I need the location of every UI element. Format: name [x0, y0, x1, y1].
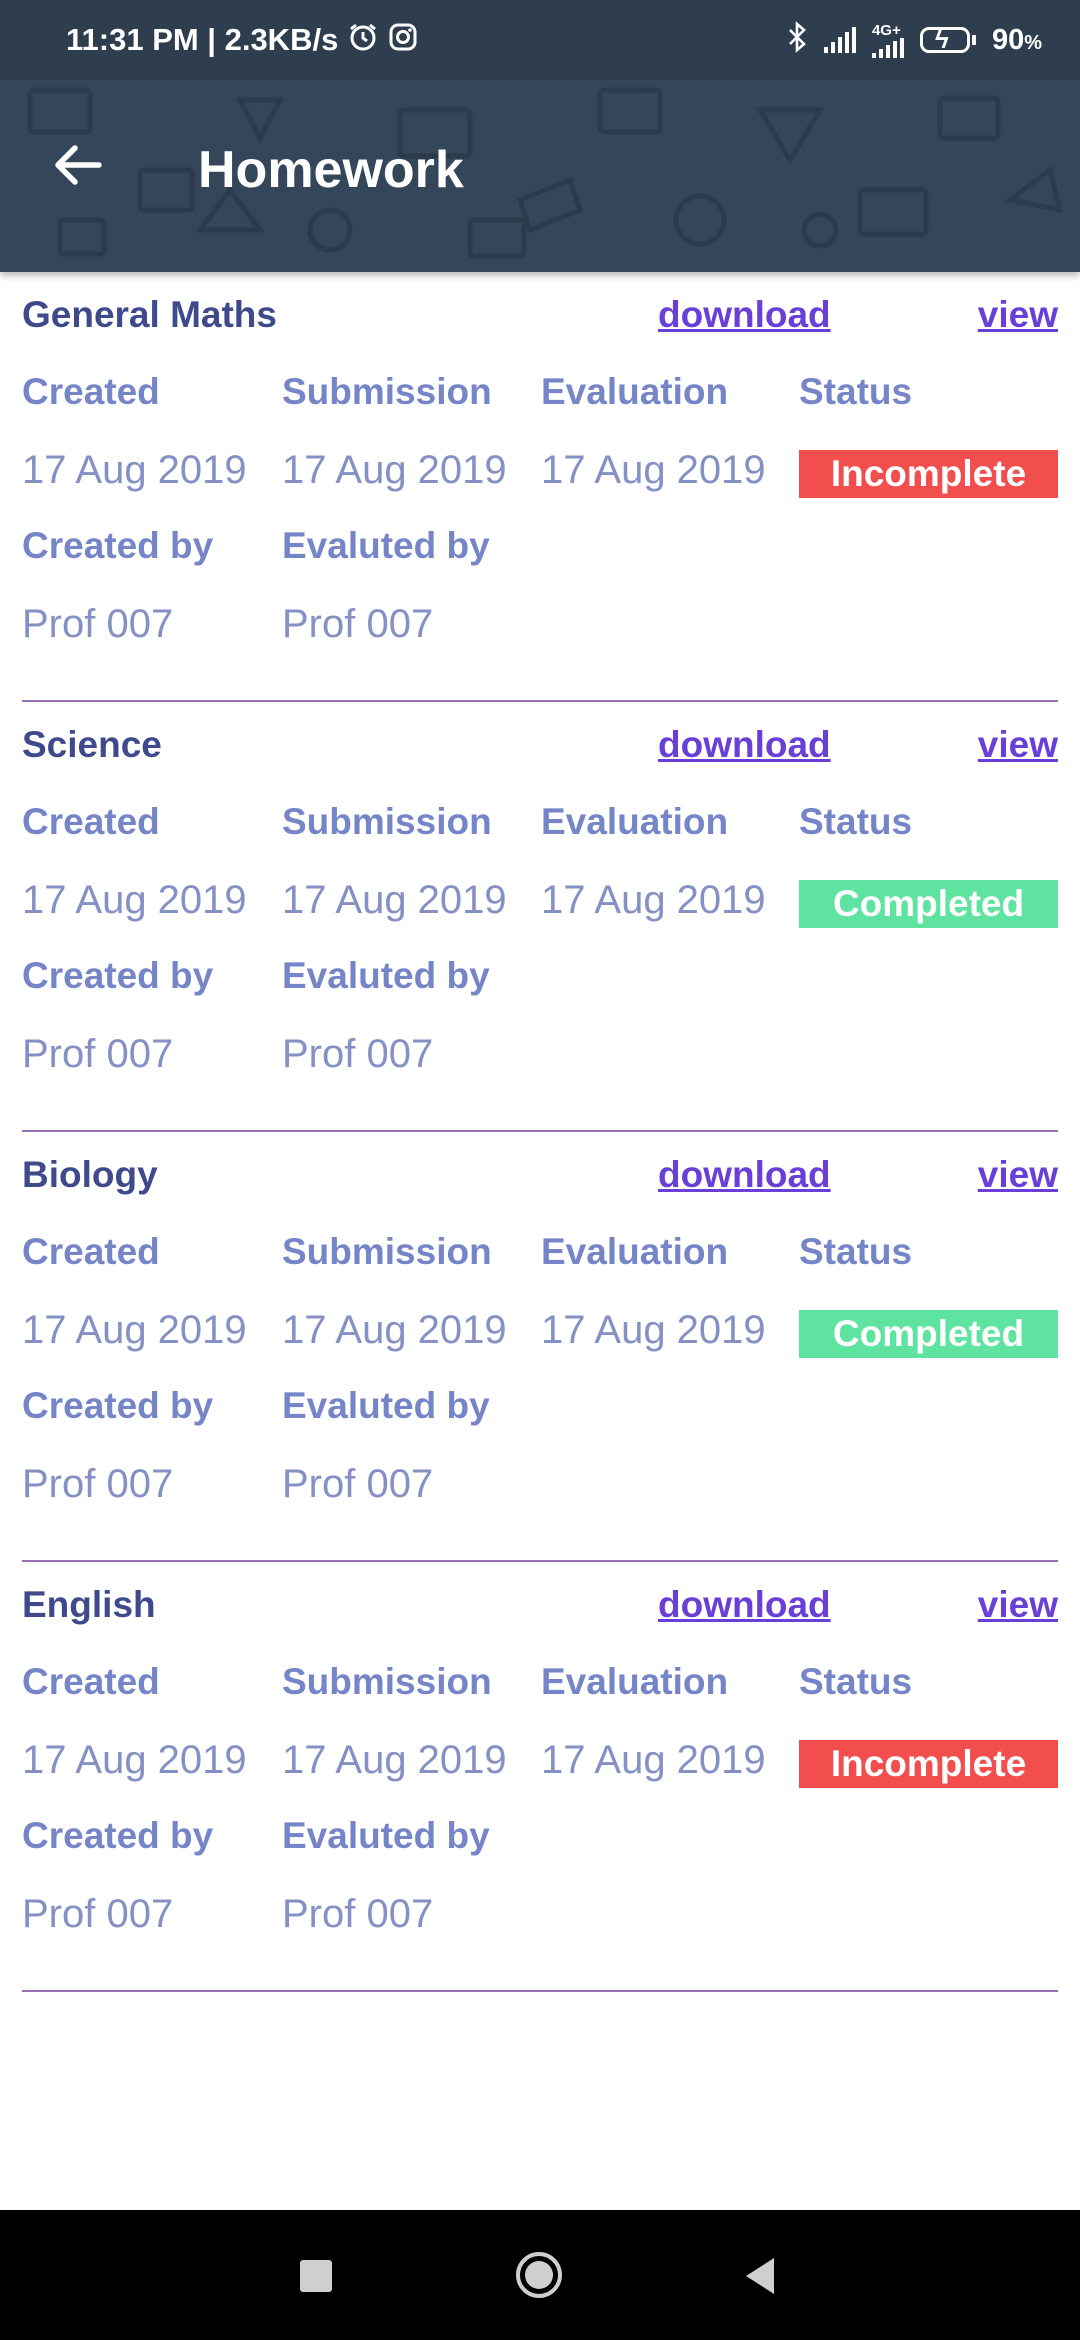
evaluation-label: Evaluation	[541, 371, 729, 412]
evaluation-date: 17 Aug 2019	[541, 878, 766, 922]
home-button[interactable]	[514, 2250, 564, 2300]
submission-label: Submission	[282, 1661, 492, 1702]
evaluation-date: 17 Aug 2019	[541, 448, 766, 492]
status-label: Status	[799, 801, 913, 842]
created-label: Created	[22, 1231, 160, 1272]
download-link[interactable]: download	[658, 1154, 831, 1196]
page-title: Homework	[198, 141, 464, 199]
status-bar: 11:31 PM | 2.3KB/s 4G+ 90%	[0, 0, 1080, 80]
nav-back-button[interactable]	[742, 2256, 778, 2296]
evaluated-by-label: Evaluted by	[282, 955, 490, 996]
view-link[interactable]: view	[978, 294, 1058, 336]
evaluated-by-label: Evaluted by	[282, 1815, 490, 1856]
back-button[interactable]	[46, 138, 110, 202]
view-link[interactable]: view	[978, 1584, 1058, 1626]
submission-date: 17 Aug 2019	[282, 1738, 507, 1782]
status-left: 11:31 PM | 2.3KB/s	[66, 22, 418, 58]
status-badge: Completed	[799, 1310, 1058, 1358]
created-by-label: Created by	[22, 525, 214, 566]
download-link[interactable]: download	[658, 724, 831, 766]
status-time-speed: 11:31 PM | 2.3KB/s	[66, 22, 339, 57]
battery-charging-icon	[919, 24, 976, 55]
created-by-label: Created by	[22, 1385, 214, 1426]
arrow-left-icon	[55, 145, 102, 185]
evaluated-by-value: Prof 007	[282, 602, 434, 646]
evaluated-by-label: Evaluted by	[282, 525, 490, 566]
created-by-label: Created by	[22, 1815, 214, 1856]
created-date: 17 Aug 2019	[22, 1308, 247, 1352]
homework-card[interactable]: General Maths download view Created Submissi…	[22, 272, 1058, 702]
recents-button[interactable]	[300, 2260, 332, 2292]
created-date: 17 Aug 2019	[22, 878, 247, 922]
evaluated-by-value: Prof 007	[282, 1892, 434, 1936]
created-by-label: Created by	[22, 955, 214, 996]
system-nav-bar	[0, 2210, 1080, 2340]
download-link[interactable]: download	[658, 294, 831, 336]
signal-icon	[823, 27, 856, 53]
evaluated-by-value: Prof 007	[282, 1032, 434, 1076]
alarm-icon	[348, 22, 378, 58]
evaluation-date: 17 Aug 2019	[541, 1308, 766, 1352]
submission-label: Submission	[282, 1231, 492, 1272]
created-label: Created	[22, 1661, 160, 1702]
status-badge: Completed	[799, 880, 1058, 928]
created-by-value: Prof 007	[22, 1892, 174, 1936]
created-label: Created	[22, 371, 160, 412]
instagram-icon	[388, 22, 418, 58]
bluetooth-icon	[786, 21, 808, 59]
created-date: 17 Aug 2019	[22, 1738, 247, 1782]
evaluation-label: Evaluation	[541, 801, 729, 842]
homework-card[interactable]: Biology download view Created Submission Eval…	[22, 1132, 1058, 1562]
submission-date: 17 Aug 2019	[282, 1308, 507, 1352]
submission-label: Submission	[282, 801, 492, 842]
evaluation-date: 17 Aug 2019	[541, 1738, 766, 1782]
status-badge: Incomplete	[799, 450, 1058, 498]
battery-percent: 90%	[991, 23, 1042, 56]
created-by-value: Prof 007	[22, 1462, 174, 1506]
homework-card[interactable]: Science download view Created Submission Eval…	[22, 702, 1058, 1132]
created-by-value: Prof 007	[22, 1032, 174, 1076]
download-link[interactable]: download	[658, 1584, 831, 1626]
subject-title: Biology	[22, 1154, 158, 1195]
status-right: 4G+ 90%	[786, 21, 1042, 59]
evaluated-by-value: Prof 007	[282, 1462, 434, 1506]
status-label: Status	[799, 371, 913, 412]
view-link[interactable]: view	[978, 724, 1058, 766]
homework-card[interactable]: English download view Created Submission Eval…	[22, 1562, 1058, 1992]
submission-date: 17 Aug 2019	[282, 448, 507, 492]
evaluated-by-label: Evaluted by	[282, 1385, 490, 1426]
evaluation-label: Evaluation	[541, 1231, 729, 1272]
created-label: Created	[22, 801, 160, 842]
view-link[interactable]: view	[978, 1154, 1058, 1196]
subject-title: General Maths	[22, 294, 277, 335]
status-label: Status	[799, 1231, 913, 1272]
created-date: 17 Aug 2019	[22, 448, 247, 492]
submission-date: 17 Aug 2019	[282, 878, 507, 922]
subject-title: Science	[22, 724, 162, 765]
network-type: 4G+	[871, 21, 901, 39]
network-indicator: 4G+	[871, 21, 904, 58]
homework-list[interactable]: General Maths download view Created Submissi…	[22, 272, 1058, 1992]
status-label: Status	[799, 1661, 913, 1702]
created-by-value: Prof 007	[22, 602, 174, 646]
subject-title: English	[22, 1584, 156, 1625]
submission-label: Submission	[282, 371, 492, 412]
evaluation-label: Evaluation	[541, 1661, 729, 1702]
background-pattern	[27, 87, 1064, 259]
app-bar: Homework	[0, 80, 1080, 272]
status-badge: Incomplete	[799, 1740, 1058, 1788]
signal-2-icon	[871, 37, 904, 58]
